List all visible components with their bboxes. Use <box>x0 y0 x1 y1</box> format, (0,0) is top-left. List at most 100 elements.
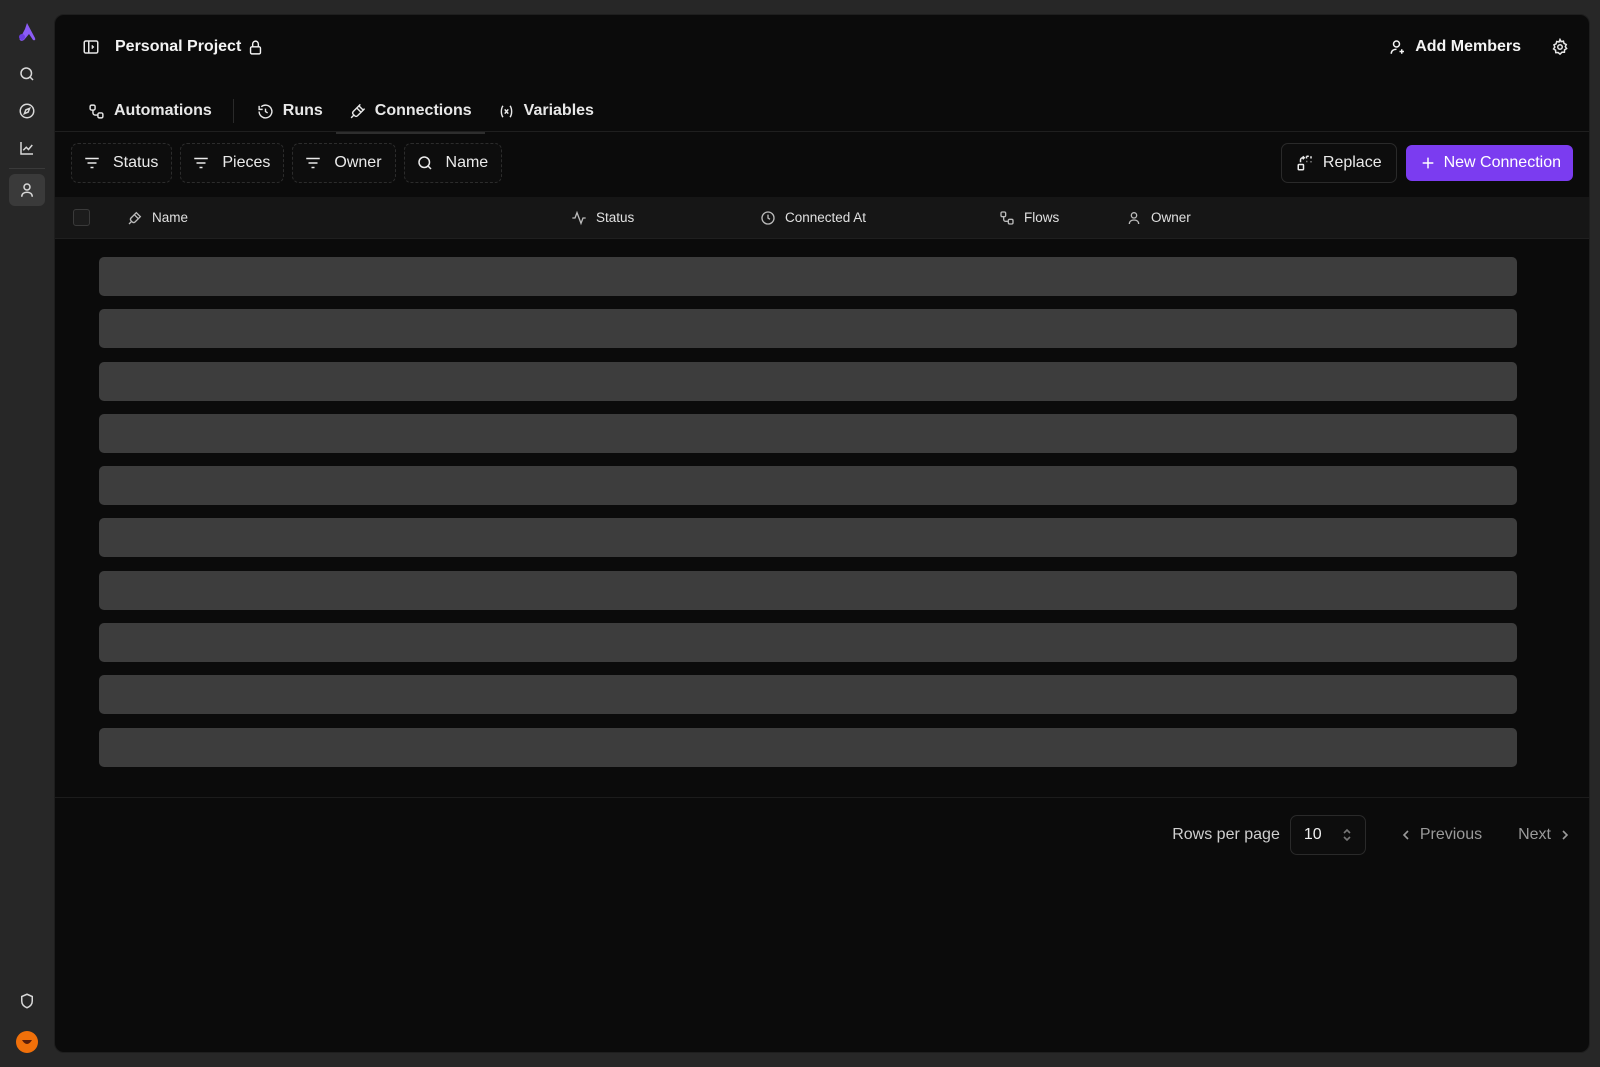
rail-security-button[interactable] <box>9 985 45 1017</box>
previous-label: Previous <box>1419 826 1483 843</box>
new-connection-label: New Connection <box>1443 154 1561 171</box>
rail-explore-button[interactable] <box>9 95 45 127</box>
history-icon <box>257 103 274 120</box>
filter-status-button[interactable]: Status <box>71 143 173 183</box>
plug-icon <box>127 210 143 226</box>
rail-users-button[interactable] <box>9 174 45 206</box>
skeleton-row <box>99 675 1517 715</box>
chevron-right-icon <box>1559 829 1571 841</box>
table-body <box>99 257 1517 780</box>
toolbar-actions: Replace New Connection <box>1280 143 1573 183</box>
previous-page-button[interactable]: Previous <box>1400 826 1482 844</box>
rail-divider <box>9 168 45 169</box>
replace-label: Replace <box>1322 154 1382 171</box>
replace-button[interactable]: Replace <box>1280 143 1397 183</box>
search-icon <box>416 154 434 172</box>
user-plus-icon <box>1389 38 1407 56</box>
rail-search-button[interactable] <box>9 58 45 90</box>
skeleton-row <box>99 570 1517 610</box>
plug-icon <box>349 103 366 120</box>
filter-toolbar: Status Pieces Owner Name Replace New Con… <box>71 143 1573 183</box>
gear-icon <box>1551 38 1569 56</box>
add-members-label: Add Members <box>1415 38 1521 55</box>
column-header-connected-at[interactable]: Connected At <box>760 210 866 226</box>
activity-icon <box>571 210 587 226</box>
app-rail <box>0 0 54 1067</box>
compass-icon <box>18 102 36 120</box>
rows-per-page-value: 10 <box>1303 826 1322 843</box>
clock-icon <box>760 210 776 226</box>
search-icon <box>18 65 36 83</box>
tab-label: Connections <box>374 102 472 119</box>
shield-icon <box>18 992 36 1010</box>
plus-icon <box>1420 155 1436 171</box>
skeleton-row <box>99 623 1517 663</box>
sidebar-toggle-icon[interactable] <box>81 37 101 57</box>
filter-name-search[interactable]: Name <box>403 143 503 183</box>
lock-icon <box>247 39 264 56</box>
automation-icon <box>88 103 105 120</box>
rail-analytics-button[interactable] <box>9 132 45 164</box>
column-header-flows[interactable]: Flows <box>999 210 1059 226</box>
column-label: Name <box>152 210 189 225</box>
table-header: Name Status Connected At Flows Owner <box>55 197 1589 239</box>
filter-label: Name <box>445 154 489 171</box>
tab-label: Variables <box>523 102 594 119</box>
brand-logo[interactable] <box>15 20 39 44</box>
next-label: Next <box>1518 826 1551 843</box>
table-footer-divider <box>55 797 1589 798</box>
column-label: Owner <box>1151 210 1191 225</box>
project-header: Personal Project Add Members <box>55 15 1589 79</box>
column-header-status[interactable]: Status <box>571 210 634 226</box>
filter-label: Pieces <box>222 154 271 171</box>
chevron-left-icon <box>1400 829 1412 841</box>
chevron-up-down-icon <box>1341 827 1353 843</box>
skeleton-row <box>99 466 1517 506</box>
tab-label: Runs <box>282 102 323 119</box>
tab-runs[interactable]: Runs <box>244 89 336 133</box>
tab-variables[interactable]: Variables <box>485 89 607 133</box>
rail-bottom <box>0 980 54 1053</box>
filter-pieces-button[interactable]: Pieces <box>180 143 285 183</box>
user-icon <box>1126 210 1142 226</box>
filter-icon <box>304 154 322 172</box>
filter-owner-button[interactable]: Owner <box>292 143 396 183</box>
skeleton-row <box>99 727 1517 767</box>
skeleton-row <box>99 518 1517 558</box>
tab-connections[interactable]: Connections <box>335 89 485 134</box>
filter-label: Owner <box>334 154 382 171</box>
flows-icon <box>999 210 1015 226</box>
project-tabs: Automations Runs Connections Variables <box>75 89 607 134</box>
replace-icon <box>1296 154 1314 172</box>
rows-per-page-select[interactable]: 10 <box>1289 815 1366 855</box>
skeleton-row <box>99 361 1517 401</box>
pagination: Rows per page 10 Previous Next <box>1172 815 1571 855</box>
column-label: Connected At <box>785 210 867 225</box>
add-members-button[interactable]: Add Members <box>1389 38 1521 56</box>
new-connection-button[interactable]: New Connection <box>1405 145 1573 181</box>
tab-divider <box>232 99 234 123</box>
filter-icon <box>192 154 210 172</box>
user-icon <box>18 181 36 199</box>
skeleton-row <box>99 257 1517 296</box>
select-all-checkbox[interactable] <box>73 209 90 226</box>
column-header-name[interactable]: Name <box>127 210 188 226</box>
column-label: Status <box>596 210 635 225</box>
tabs-underline <box>55 131 1589 132</box>
column-header-owner[interactable]: Owner <box>1126 210 1191 226</box>
filter-label: Status <box>113 154 159 171</box>
filter-icon <box>83 154 101 172</box>
column-label: Flows <box>1024 210 1060 225</box>
user-avatar[interactable] <box>16 1031 38 1053</box>
tab-automations[interactable]: Automations <box>75 89 225 133</box>
chart-line-icon <box>18 139 36 157</box>
main-panel: Personal Project Add Members Automations… <box>54 14 1590 1053</box>
next-page-button[interactable]: Next <box>1518 826 1571 844</box>
header-actions: Add Members <box>1389 15 1569 79</box>
project-title-label: Personal Project <box>115 38 242 55</box>
tab-label: Automations <box>114 102 212 119</box>
settings-button[interactable] <box>1551 38 1569 56</box>
skeleton-row <box>99 309 1517 349</box>
skeleton-row <box>99 413 1517 453</box>
project-title[interactable]: Personal Project <box>115 38 264 56</box>
